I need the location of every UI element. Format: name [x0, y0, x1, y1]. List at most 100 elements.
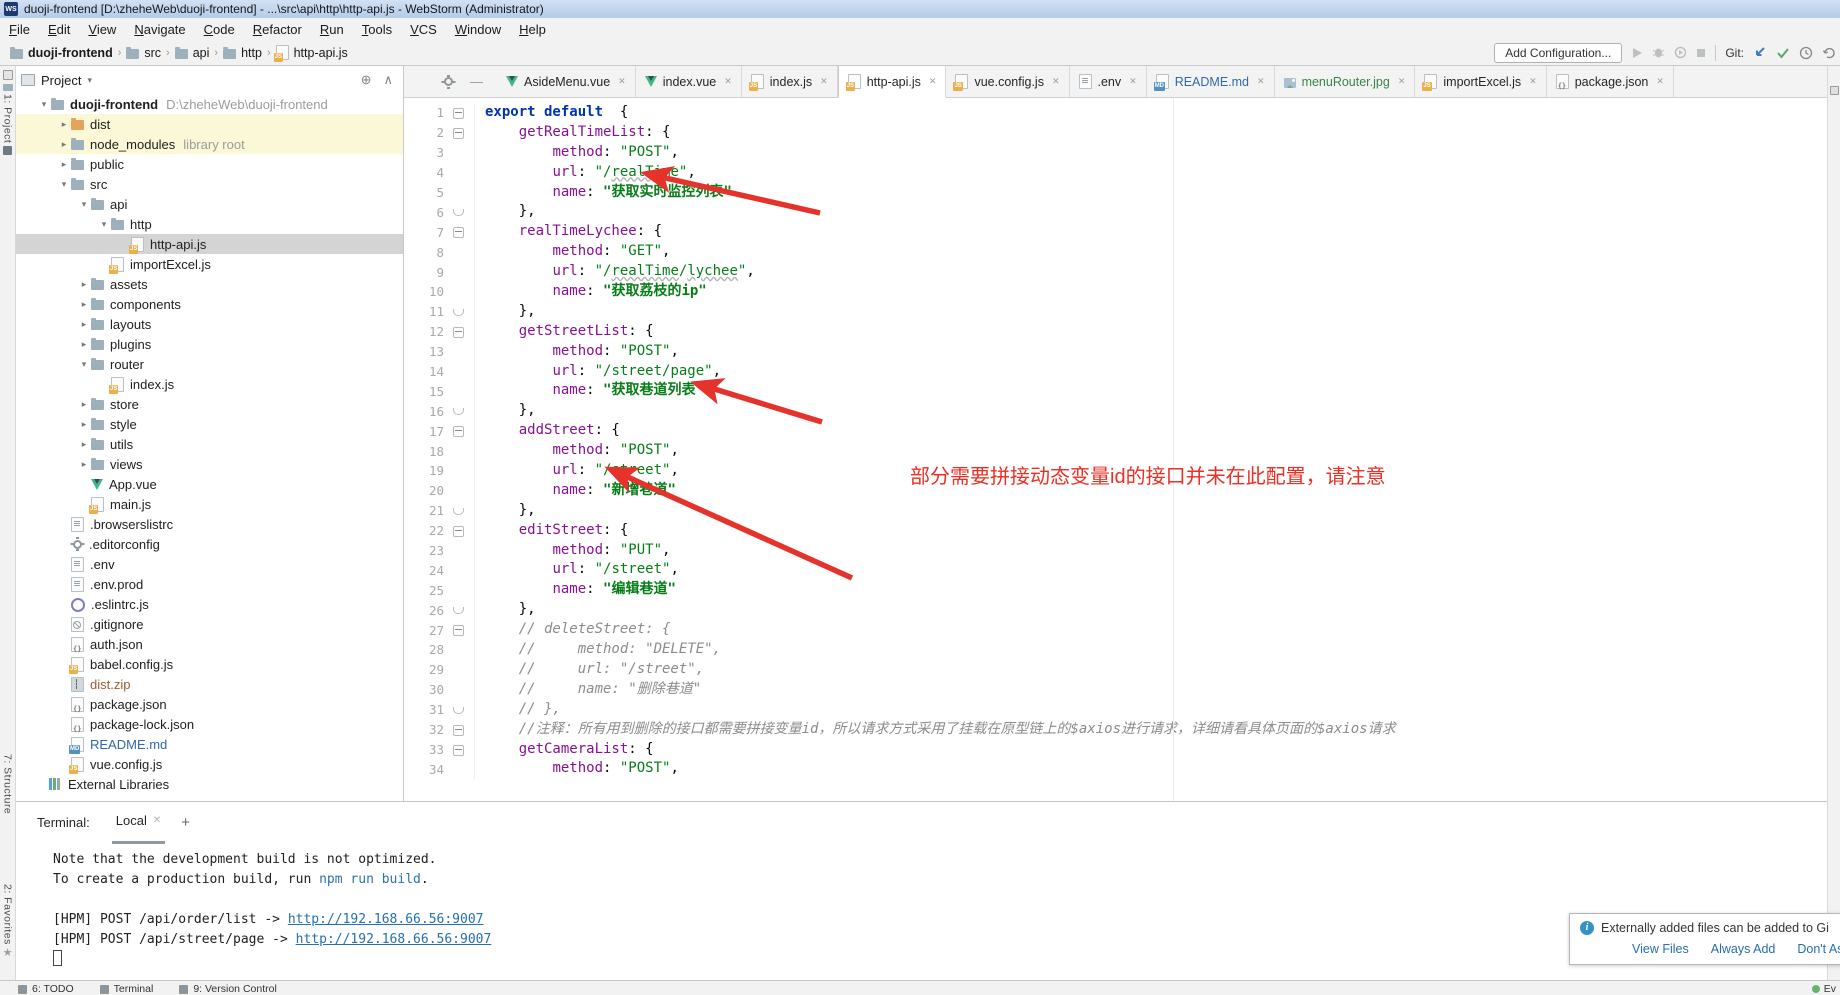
- tab-close-icon[interactable]: ✕: [1398, 76, 1406, 87]
- run-icon[interactable]: [1631, 47, 1643, 59]
- tree-chevron-icon[interactable]: ▸: [57, 159, 71, 170]
- terminal-link[interactable]: http://192.168.66.56:9007: [288, 912, 484, 927]
- fold-end-marker-icon[interactable]: [453, 508, 464, 515]
- tree-chevron-icon[interactable]: ▸: [77, 299, 91, 310]
- tree-chevron-icon[interactable]: ▸: [77, 439, 91, 450]
- tree-chevron-icon[interactable]: ▾: [37, 99, 51, 110]
- code-editor[interactable]: 1export default {2 getRealTimeList: {3 m…: [404, 98, 1840, 801]
- fold-marker-icon[interactable]: [453, 108, 464, 119]
- tree-item-index-js[interactable]: index.js: [15, 374, 403, 394]
- tree-item-dist[interactable]: ▸dist: [15, 114, 403, 134]
- fold-end-marker-icon[interactable]: [453, 209, 464, 216]
- tree-item-api[interactable]: ▾api: [15, 194, 403, 214]
- stop-icon[interactable]: [1696, 48, 1706, 58]
- editor-tab-asidemenu-vue[interactable]: AsideMenu.vue✕: [497, 66, 636, 97]
- tree-item-app-vue[interactable]: App.vue: [15, 474, 403, 494]
- tab-close-icon[interactable]: ✕: [820, 76, 828, 87]
- fold-marker-icon[interactable]: [453, 526, 464, 537]
- tree-item-eslintrc-js[interactable]: .eslintrc.js: [15, 594, 403, 614]
- tree-item-babel-config-js[interactable]: babel.config.js: [15, 654, 403, 674]
- tab-close-icon[interactable]: ✕: [1129, 76, 1137, 87]
- tree-item-views[interactable]: ▸views: [15, 454, 403, 474]
- run-with-coverage-icon[interactable]: [1674, 46, 1687, 59]
- editor-tab-package-json[interactable]: package.json✕: [1547, 66, 1674, 97]
- editor-tab-menurouter-jpg[interactable]: menuRouter.jpg✕: [1275, 66, 1416, 97]
- tree-chevron-icon[interactable]: ▸: [77, 339, 91, 350]
- tree-chevron-icon[interactable]: ▾: [77, 359, 91, 370]
- tree-item-layouts[interactable]: ▸layouts: [15, 314, 403, 334]
- terminal-link[interactable]: http://192.168.66.56:9007: [296, 932, 492, 947]
- editor-tab-readme-md[interactable]: README.md✕: [1147, 66, 1275, 97]
- editor-tab-index-vue[interactable]: index.vue✕: [636, 66, 742, 97]
- locate-file-icon[interactable]: ⊕: [361, 72, 372, 88]
- project-panel-title[interactable]: Project: [41, 73, 81, 88]
- git-commit-icon[interactable]: [1776, 47, 1790, 59]
- tree-item-env-prod[interactable]: .env.prod: [15, 574, 403, 594]
- menu-edit[interactable]: Edit: [39, 22, 79, 37]
- fold-end-marker-icon[interactable]: [453, 408, 464, 415]
- notification-action-don-t-ask-agai[interactable]: Don't Ask Agai: [1797, 942, 1840, 956]
- editor-tab-env[interactable]: .env✕: [1070, 66, 1147, 97]
- right-tool-window-icon[interactable]: [1830, 86, 1839, 95]
- menu-vcs[interactable]: VCS: [401, 22, 446, 37]
- tool-window-project-button[interactable]: 1: Project: [0, 84, 15, 155]
- menu-tools[interactable]: Tools: [353, 22, 401, 37]
- fold-end-marker-icon[interactable]: [453, 607, 464, 614]
- project-view-caret-icon[interactable]: ▾: [87, 75, 92, 86]
- add-configuration-button[interactable]: Add Configuration...: [1494, 43, 1622, 63]
- tree-item-browserslistrc[interactable]: .browserslistrc: [15, 514, 403, 534]
- tree-chevron-icon[interactable]: ▸: [77, 459, 91, 470]
- tree-item-external-libraries[interactable]: External Libraries: [15, 774, 403, 794]
- tree-item-package-json[interactable]: package.json: [15, 694, 403, 714]
- tree-item-editorconfig[interactable]: .editorconfig: [15, 534, 403, 554]
- tool-window-favorites-button[interactable]: 2: Favorites ★: [0, 884, 15, 958]
- menu-code[interactable]: Code: [195, 22, 244, 37]
- editor-tab-http-api-js[interactable]: http-api.js✕: [838, 66, 947, 98]
- tool-strip-toggle-icon[interactable]: [0, 70, 15, 80]
- tree-item-assets[interactable]: ▸assets: [15, 274, 403, 294]
- tab-close-icon[interactable]: ✕: [724, 76, 732, 87]
- tree-item-public[interactable]: ▸public: [15, 154, 403, 174]
- rollback-icon[interactable]: [1822, 46, 1836, 60]
- tree-item-auth-json[interactable]: auth.json: [15, 634, 403, 654]
- menu-refactor[interactable]: Refactor: [244, 22, 311, 37]
- statusbar-item-9-version-control[interactable]: 9: Version Control: [179, 983, 276, 995]
- tree-item-http[interactable]: ▾http: [15, 214, 403, 234]
- menu-run[interactable]: Run: [311, 22, 353, 37]
- tree-item-node-modules[interactable]: ▸node_moduleslibrary root: [15, 134, 403, 154]
- tree-chevron-icon[interactable]: ▾: [77, 199, 91, 210]
- tree-chevron-icon[interactable]: ▸: [77, 319, 91, 330]
- menu-navigate[interactable]: Navigate: [125, 22, 194, 37]
- tree-chevron-icon[interactable]: ▸: [57, 119, 71, 130]
- tree-chevron-icon[interactable]: ▸: [57, 139, 71, 150]
- tree-item-utils[interactable]: ▸utils: [15, 434, 403, 454]
- collapse-all-icon[interactable]: ∧: [383, 72, 393, 88]
- tree-item-http-api-js[interactable]: http-api.js: [15, 234, 403, 254]
- fold-marker-icon[interactable]: [453, 128, 464, 139]
- statusbar-item-6-todo[interactable]: 6: TODO: [18, 983, 74, 995]
- editor-tab-importexcel-js[interactable]: importExcel.js✕: [1415, 66, 1546, 97]
- tree-chevron-icon[interactable]: ▾: [97, 219, 111, 230]
- notification-action-always-add[interactable]: Always Add: [1711, 942, 1776, 956]
- statusbar-item-terminal[interactable]: Terminal: [100, 983, 154, 995]
- status-bar-right[interactable]: Ev: [1812, 983, 1836, 995]
- menu-view[interactable]: View: [79, 22, 125, 37]
- tree-item-gitignore[interactable]: .gitignore: [15, 614, 403, 634]
- editor-tab-vue-config-js[interactable]: vue.config.js✕: [946, 66, 1069, 97]
- menu-window[interactable]: Window: [446, 22, 510, 37]
- breadcrumb-item-duoji-frontend[interactable]: duoji-frontend: [10, 46, 113, 60]
- fold-end-marker-icon[interactable]: [453, 707, 464, 714]
- fold-marker-icon[interactable]: [453, 745, 464, 756]
- tab-close-icon[interactable]: ✕: [618, 76, 626, 87]
- terminal-tab-close-icon[interactable]: ✕: [153, 815, 161, 826]
- tree-chevron-icon[interactable]: ▸: [77, 419, 91, 430]
- tool-window-structure-button[interactable]: 7: Structure: [0, 754, 15, 814]
- new-terminal-session-icon[interactable]: +: [181, 814, 190, 831]
- fold-end-marker-icon[interactable]: [453, 309, 464, 316]
- fold-marker-icon[interactable]: [453, 426, 464, 437]
- tab-close-icon[interactable]: ✕: [1257, 76, 1265, 87]
- local-history-clock-icon[interactable]: [1799, 46, 1813, 60]
- tab-close-icon[interactable]: ✕: [1052, 76, 1060, 87]
- tree-item-plugins[interactable]: ▸plugins: [15, 334, 403, 354]
- tree-item-importexcel-js[interactable]: importExcel.js: [15, 254, 403, 274]
